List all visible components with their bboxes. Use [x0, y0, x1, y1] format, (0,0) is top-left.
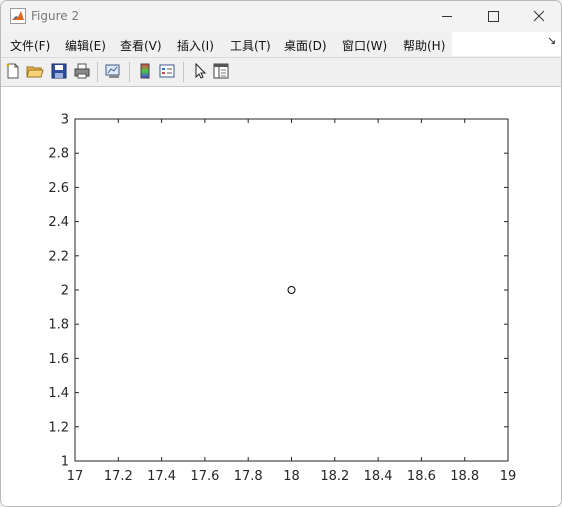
matlab-logo-icon — [10, 8, 26, 24]
menu-overflow-icon[interactable]: ↘ — [547, 34, 556, 47]
y-tick-label: 1 — [61, 455, 69, 470]
y-tick-label: 2 — [61, 284, 69, 299]
y-tick-label: 1.4 — [48, 386, 69, 401]
y-tick-label: 2.6 — [48, 181, 69, 196]
menu-edit[interactable]: 编辑(E) — [65, 37, 106, 54]
title-bar: Figure 2 — [1, 1, 561, 32]
menu-insert[interactable]: 插入(I) — [177, 37, 214, 54]
minimize-button[interactable] — [424, 1, 470, 32]
print-icon[interactable] — [73, 62, 91, 80]
insert-colorbar-icon[interactable] — [136, 62, 154, 80]
x-tick-label: 19 — [500, 469, 517, 484]
y-tick-label: 1.8 — [48, 318, 69, 333]
figure-toolbar — [1, 57, 561, 87]
close-icon — [533, 10, 545, 22]
menu-tools[interactable]: 工具(T) — [230, 37, 271, 54]
axes-box — [74, 118, 509, 462]
y-tick-label: 1.6 — [48, 352, 69, 367]
x-tick-label: 17.8 — [234, 469, 263, 484]
x-tick-label: 17.4 — [147, 469, 176, 484]
edit-plot-arrow-icon[interactable] — [190, 62, 208, 80]
menu-view[interactable]: 查看(V) — [120, 37, 162, 54]
menu-file[interactable]: 文件(F) — [10, 37, 50, 54]
window-title: Figure 2 — [31, 9, 80, 23]
toolbar-separator — [129, 62, 130, 82]
figure-canvas[interactable]: 17 17.2 17.4 17.6 17.8 18 18.2 18.4 18.6 18.8 19 1 1… — [1, 87, 561, 506]
menu-desktop[interactable]: 桌面(D) — [284, 37, 327, 54]
x-tick-label: 18.8 — [450, 469, 479, 484]
x-tick-label: 17.6 — [190, 469, 219, 484]
minimize-icon — [442, 16, 452, 17]
menu-window[interactable]: 窗口(W) — [342, 37, 387, 54]
menu-help[interactable]: 帮助(H) — [403, 37, 445, 54]
y-tick-label: 2.2 — [48, 249, 69, 264]
x-tick-label: 17.2 — [104, 469, 133, 484]
toolbar-separator — [183, 62, 184, 82]
menu-bar-empty-area — [452, 32, 561, 56]
y-tick-label: 1.2 — [48, 420, 69, 435]
x-tick-label: 18 — [283, 469, 300, 484]
maximize-button[interactable] — [470, 1, 516, 32]
axes[interactable]: 17 17.2 17.4 17.6 17.8 18 18.2 18.4 18.6 18.8 19 1 1… — [1, 87, 561, 506]
y-tick-label: 2.8 — [48, 147, 69, 162]
y-tick-label: 2.4 — [48, 215, 69, 230]
close-button[interactable] — [516, 1, 561, 32]
insert-legend-icon[interactable] — [158, 62, 176, 80]
maximize-icon — [488, 11, 499, 22]
save-icon[interactable] — [50, 62, 68, 80]
x-tick-label: 18.4 — [364, 469, 393, 484]
open-file-icon[interactable] — [26, 62, 44, 80]
toolbar-separator — [97, 62, 98, 82]
figure-window: Figure 2 文件(F) 编辑(E) 查看(V) 插入(I) 工具(T) 桌… — [0, 0, 562, 507]
x-tick-label: 17 — [67, 469, 84, 484]
property-inspector-icon[interactable] — [212, 62, 230, 80]
x-tick-label: 18.6 — [407, 469, 436, 484]
link-plot-icon[interactable] — [104, 62, 122, 80]
x-tick-label: 18.2 — [320, 469, 349, 484]
new-figure-icon[interactable] — [4, 62, 22, 80]
y-tick-label: 3 — [61, 113, 69, 128]
